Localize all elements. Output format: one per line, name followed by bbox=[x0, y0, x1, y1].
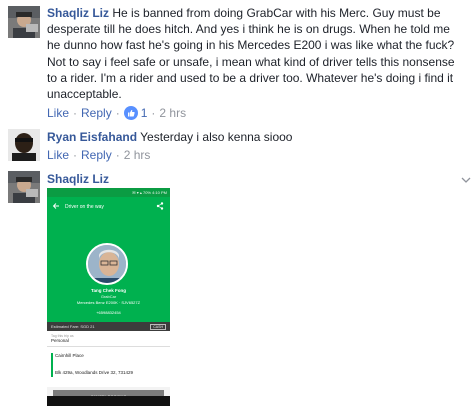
avatar[interactable] bbox=[8, 171, 40, 203]
route-line bbox=[51, 353, 53, 377]
dropoff-location: Blk 429a, Woodlands Drive 32, 731429 bbox=[55, 370, 133, 375]
like-count[interactable]: 1 bbox=[141, 106, 148, 120]
service-type: GrabCar bbox=[100, 294, 117, 299]
screen-title: Driver on the way bbox=[65, 204, 104, 210]
back-arrow-icon bbox=[52, 203, 59, 209]
comment-author[interactable]: Shaqliz Liz bbox=[47, 172, 109, 186]
separator: · bbox=[115, 148, 120, 162]
comment-actions: Like · Reply · 1 · 2 hrs bbox=[47, 105, 186, 121]
like-link[interactable]: Like bbox=[47, 106, 69, 120]
reply-link[interactable]: Reply bbox=[81, 148, 112, 162]
separator: · bbox=[73, 106, 78, 120]
comment-text: Ryan Eisfahand Yesterday i also kenna si… bbox=[47, 130, 293, 144]
payment-method: CASH bbox=[150, 323, 166, 330]
route-info: Cairnhill Place Blk 429a, Woodlands Driv… bbox=[47, 347, 170, 387]
comment-author[interactable]: Ryan Eisfahand bbox=[47, 130, 137, 144]
trip-tag: Tag this trip as Personal bbox=[47, 331, 170, 347]
car-details: Mercedes Benz E200K · SJV6527Z bbox=[76, 300, 141, 305]
comment-author[interactable]: Shaqliz Liz bbox=[47, 6, 109, 20]
like-icon bbox=[123, 106, 138, 120]
pickup-location: Cairnhill Place bbox=[55, 353, 84, 358]
separator: · bbox=[73, 148, 78, 162]
like-link[interactable]: Like bbox=[47, 148, 69, 162]
fare-row: Estimated Fare: SGD 21 CASH bbox=[47, 322, 170, 331]
estimated-fare: Estimated Fare: SGD 21 bbox=[51, 324, 95, 329]
reply-link[interactable]: Reply bbox=[81, 106, 112, 120]
reaction-count[interactable]: 1 bbox=[123, 106, 148, 120]
driver-phone: +6598832454 bbox=[96, 310, 121, 315]
comment-actions: Like · Reply · 2 hrs bbox=[47, 147, 150, 163]
phone-status-bar: ✉ ▾ ▴ 70% 4:10 PM bbox=[47, 188, 170, 197]
driver-photo bbox=[86, 243, 128, 285]
tag-value: Personal bbox=[51, 338, 69, 343]
attached-screenshot[interactable]: ✉ ▾ ▴ 70% 4:10 PM Driver on the way Tang… bbox=[47, 188, 170, 406]
driver-name: Tang Chek Fong bbox=[91, 288, 126, 293]
grab-header: Driver on the way Tang Chek Fong GrabCar… bbox=[47, 197, 170, 322]
comment-time[interactable]: 2 hrs bbox=[159, 106, 186, 120]
comment-text: Shaqliz Liz He is banned from doing Grab… bbox=[47, 6, 455, 102]
separator: · bbox=[151, 106, 156, 120]
share-icon bbox=[156, 202, 164, 210]
separator: · bbox=[115, 106, 120, 120]
avatar[interactable] bbox=[8, 6, 40, 38]
chevron-down-icon[interactable] bbox=[461, 176, 471, 184]
phone-nav-bar bbox=[47, 396, 170, 406]
avatar[interactable] bbox=[8, 129, 40, 161]
comment-time[interactable]: 2 hrs bbox=[124, 148, 151, 162]
